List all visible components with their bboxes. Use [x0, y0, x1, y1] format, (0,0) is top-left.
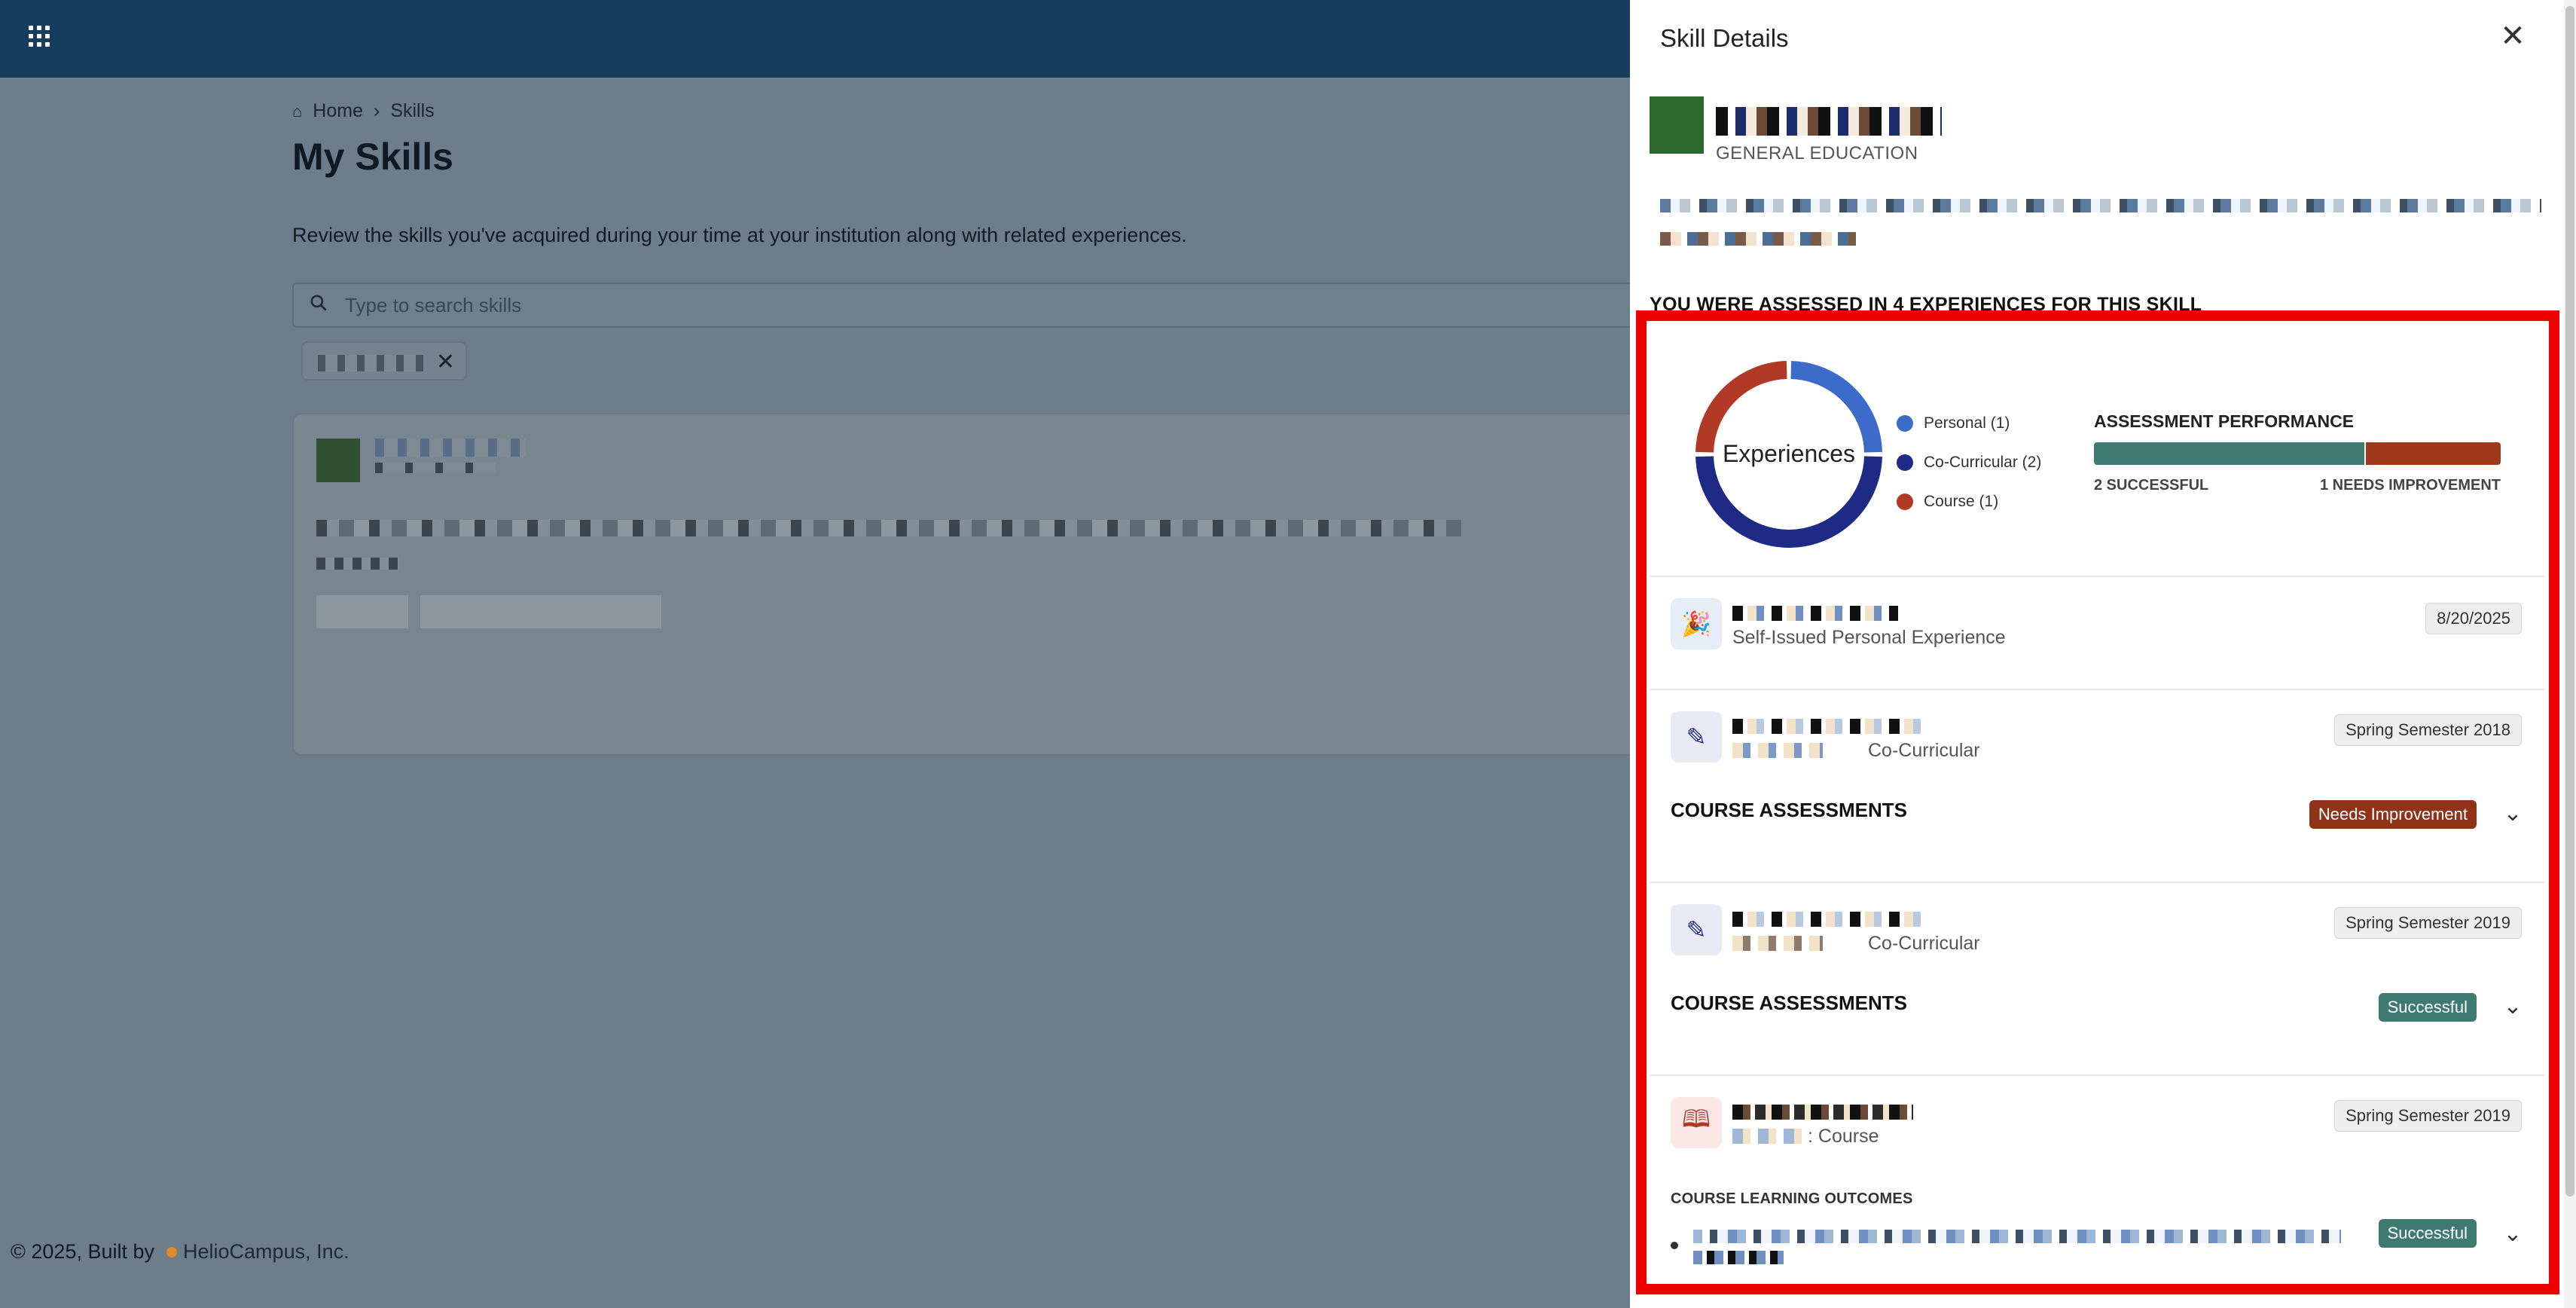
date-badge: Spring Semester 2019 [2334, 1100, 2522, 1132]
donut-segment-1 [1695, 456, 1882, 548]
book-icon: 🕮 [1671, 1097, 1722, 1148]
skill-meta-redacted [375, 463, 496, 473]
experiences-donut-chart: Experiences [1695, 361, 1882, 548]
experience-item[interactable]: 🕮 : Course Spring Semester 2019 COURSE L… [1650, 1074, 2544, 1285]
outcome-text-redacted [1693, 1251, 1784, 1264]
legend-dot [1897, 415, 1913, 432]
legend-dot [1897, 494, 1913, 510]
page-title: My Skills [292, 136, 453, 178]
legend-item-course: Course (1) [1897, 482, 2041, 521]
experience-item[interactable]: 🎉 Self-Issued Personal Experience 8/20/2… [1650, 576, 2544, 689]
performance-title: ASSESSMENT PERFORMANCE [2094, 411, 2355, 431]
legend-item-personal: Personal (1) [1897, 404, 2041, 443]
chevron-down-icon[interactable]: ⌄ [2498, 799, 2528, 829]
legend-label: Personal (1) [1924, 414, 2010, 432]
skill-name-redacted [1716, 107, 1942, 136]
performance-labels: 2 SUCCESSFUL 1 NEEDS IMPROVEMENT [2094, 477, 2501, 494]
pen-icon: ✎ [1671, 904, 1722, 955]
successful-count-label: 2 SUCCESSFUL [2094, 477, 2209, 494]
course-learning-outcomes-heading: COURSE LEARNING OUTCOMES [1671, 1190, 1913, 1207]
experience-item[interactable]: ✎ Co-Curricular Spring Semester 2018 COU… [1650, 689, 2544, 882]
experience-title-redacted [1732, 743, 1823, 758]
skill-description-redacted [1660, 199, 2541, 212]
experience-type: Co-Curricular [1868, 740, 1980, 761]
filter-chip[interactable]: ✕ [301, 341, 467, 380]
home-icon: ⌂ [292, 101, 303, 121]
outcome-text-redacted [1693, 1230, 2341, 1243]
close-icon[interactable]: ✕ [2496, 20, 2529, 53]
skill-category: GENERAL EDUCATION [1716, 143, 1918, 164]
page-description: Review the skills you've acquired during… [292, 224, 1187, 246]
main-content: ⌂ Home › Skills My Skills Review the ski… [0, 78, 1630, 1308]
chevron-down-icon[interactable]: ⌄ [2498, 992, 2528, 1022]
legend-dot [1897, 454, 1913, 471]
experience-item[interactable]: ✎ Co-Curricular Spring Semester 2019 COU… [1650, 882, 2544, 1074]
status-badge-successful: Successful [2378, 1219, 2477, 1248]
assessment-performance: ASSESSMENT PERFORMANCE 2 SUCCESSFUL 1 NE… [2094, 411, 2501, 494]
legend-label: Course (1) [1924, 493, 1999, 510]
experience-title-redacted [1732, 912, 1921, 927]
needs-improvement-count-label: 1 NEEDS IMPROVEMENT [2319, 477, 2501, 494]
experience-title-redacted [1732, 606, 1898, 621]
chevron-down-icon[interactable]: ⌄ [2498, 1219, 2528, 1249]
breadcrumb-home[interactable]: Home [313, 100, 363, 122]
legend-item-co-curricular: Co-Curricular (2) [1897, 443, 2041, 482]
legend-label: Co-Curricular (2) [1924, 454, 2042, 471]
experience-title-redacted [1732, 936, 1823, 951]
party-popper-icon: 🎉 [1671, 598, 1722, 649]
performance-bar [2094, 442, 2501, 465]
skill-tag [420, 595, 661, 628]
date-badge: 8/20/2025 [2425, 603, 2522, 634]
experience-type: Co-Curricular [1868, 933, 1980, 954]
skill-description-redacted [1660, 232, 1856, 246]
skill-badge-image [316, 439, 360, 482]
panel-header: Skill Details ✕ [1630, 0, 2576, 75]
experience-title-redacted [1732, 1129, 1808, 1144]
pen-icon: ✎ [1671, 711, 1722, 762]
donut-legend: Personal (1) Co-Curricular (2) Course (1… [1897, 404, 2041, 521]
breadcrumb-current: Skills [390, 100, 435, 121]
skill-badge-image [1650, 96, 1704, 154]
scrollbar-thumb[interactable] [2565, 6, 2574, 1196]
search-icon [310, 295, 327, 311]
panel-title: Skill Details [1660, 24, 1789, 52]
skill-name-redacted [375, 439, 526, 457]
skill-description-redacted [316, 520, 1461, 536]
skill-card[interactable] [292, 413, 1630, 756]
brand-logo-icon [166, 1246, 178, 1258]
date-badge: Spring Semester 2018 [2334, 714, 2522, 746]
performance-bar-needs-improvement [2365, 442, 2501, 465]
experience-type: : Course [1808, 1126, 1879, 1147]
search-box [292, 283, 1630, 328]
footer-brand-link[interactable]: HelioCampus, Inc. [183, 1240, 349, 1264]
date-badge: Spring Semester 2019 [2334, 907, 2522, 939]
close-icon[interactable]: ✕ [436, 349, 455, 375]
search-input[interactable] [345, 284, 1550, 326]
experience-title-redacted [1732, 1105, 1913, 1120]
experience-type: Self-Issued Personal Experience [1732, 627, 2006, 648]
breadcrumb: ⌂ Home › Skills [292, 100, 435, 122]
filter-chip-label-redacted [318, 355, 423, 371]
skill-tag [316, 595, 408, 628]
performance-bar-successful [2094, 442, 2364, 465]
status-badge-needs-improvement: Needs Improvement [2309, 800, 2477, 829]
course-assessments-heading: COURSE ASSESSMENTS [1671, 992, 1907, 1014]
course-assessments-heading: COURSE ASSESSMENTS [1671, 799, 1907, 821]
skill-description-redacted [316, 558, 399, 570]
experience-title-redacted [1732, 719, 1921, 734]
grid-icon[interactable] [29, 26, 50, 47]
donut-center-label: Experiences [1723, 440, 1855, 467]
footer-copyright: © 2025, Built by [11, 1240, 155, 1263]
assessed-heading: YOU WERE ASSESSED IN 4 EXPERIENCES FOR T… [1650, 294, 2202, 315]
status-badge-successful: Successful [2378, 993, 2477, 1022]
breadcrumb-separator: › [373, 100, 380, 121]
outcome-bullet [1671, 1242, 1678, 1249]
footer: © 2025, Built by HelioCampus, Inc. [11, 1240, 349, 1264]
